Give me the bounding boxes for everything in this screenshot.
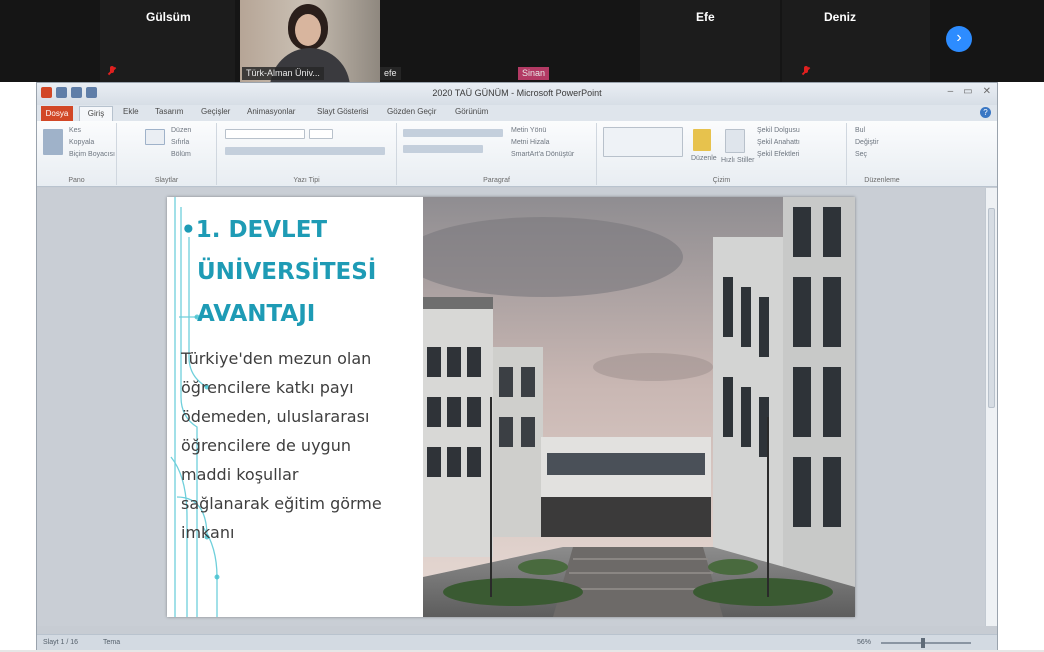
participant-tile-deniz[interactable]: Deniz	[782, 0, 930, 82]
zoom-slider[interactable]	[881, 638, 971, 648]
smartart-button[interactable]: SmartArt'a Dönüştür	[511, 151, 574, 158]
window-title: 2020 TAÜ GÜNÜM - Microsoft PowerPoint	[432, 88, 602, 98]
font-size-dropdown[interactable]	[309, 129, 333, 139]
section-button[interactable]: Bölüm	[171, 151, 191, 158]
copy-button[interactable]: Kopyala	[69, 139, 94, 146]
ribbon-home: Kes Kopyala Biçim Boyacısı Pano Düzen Sı…	[37, 121, 997, 187]
slide-body-text[interactable]: Türkiye'den mezun olan öğrencilere katkı…	[181, 344, 421, 547]
align-buttons[interactable]	[403, 145, 483, 153]
ribbon-group-drawing: Düzenle Hızlı Stiller Şekil Dolgusu Şeki…	[597, 123, 847, 185]
minimize-button[interactable]: –	[948, 86, 954, 97]
tab-slideshow[interactable]: Slayt Gösterisi	[317, 107, 369, 116]
person-face	[295, 14, 321, 46]
font-name-dropdown[interactable]	[225, 129, 305, 139]
arrange-button[interactable]: Düzenle	[691, 155, 717, 162]
tab-animations[interactable]: Animasyonlar	[247, 107, 295, 116]
text-direction-button[interactable]: Metin Yönü	[511, 127, 546, 134]
muted-mic-icon	[802, 66, 810, 76]
paste-icon[interactable]	[43, 129, 63, 155]
group-label: Düzenleme	[864, 177, 900, 184]
window-controls: – ▭ ✕	[948, 86, 991, 97]
slide-body-line: öğrencilere katkı payı	[181, 378, 354, 397]
slide-body-line: öğrencilere de uygun	[181, 436, 351, 455]
chevron-right-icon: ›	[956, 29, 962, 46]
shape-effects-button[interactable]: Şekil Efektleri	[757, 151, 799, 158]
slide-counter: Slayt 1 / 16	[43, 639, 79, 646]
tab-design[interactable]: Tasarım	[155, 107, 183, 116]
slide-body-line: sağlanarak eğitim görme	[181, 494, 382, 513]
slide-title[interactable]: •1. DEVLET ÜNİVERSİTESİ AVANTAJI	[181, 209, 421, 335]
arrange-icon[interactable]	[693, 129, 711, 151]
slide-canvas[interactable]: •1. DEVLET ÜNİVERSİTESİ AVANTAJI Türkiye…	[167, 197, 855, 617]
reset-button[interactable]: Sıfırla	[171, 139, 189, 146]
theme-name: Tema	[103, 639, 121, 646]
group-label: Pano	[68, 177, 85, 184]
slide-title-line: •1. DEVLET	[181, 217, 328, 243]
zoom-level[interactable]: 56%	[857, 639, 871, 646]
slide-body-line: maddi koşullar	[181, 465, 299, 484]
cut-button[interactable]: Kes	[69, 127, 81, 134]
ribbon-group-paragraph: Metin Yönü Metni Hizala SmartArt'a Dönüş…	[397, 123, 597, 185]
group-label: Yazı Tipi	[293, 177, 320, 184]
tab-review[interactable]: Gözden Geçir	[387, 107, 436, 116]
group-label: Çizim	[712, 177, 731, 184]
font-format-buttons[interactable]	[225, 147, 385, 155]
slide-body-line: imkanı	[181, 523, 235, 542]
ribbon-group-slides: Düzen Sıfırla Bölüm Slaytlar	[117, 123, 217, 185]
layout-button[interactable]: Düzen	[171, 127, 191, 134]
participant-tile-gulsum[interactable]: Gülsüm	[100, 0, 235, 82]
shapes-gallery[interactable]	[603, 127, 683, 157]
shape-outline-button[interactable]: Şekil Anahattı	[757, 139, 800, 146]
tab-transitions[interactable]: Geçişler	[201, 107, 230, 116]
tab-insert[interactable]: Ekle	[123, 107, 139, 116]
vertical-scrollbar[interactable]	[985, 188, 997, 626]
new-slide-icon[interactable]	[145, 129, 165, 145]
slide-title-line: AVANTAJI	[197, 301, 316, 327]
status-bar: Slayt 1 / 16 Tema 56%	[37, 634, 997, 651]
replace-button[interactable]: Değiştir	[855, 139, 879, 146]
shape-fill-button[interactable]: Şekil Dolgusu	[757, 127, 800, 134]
slide-body-line: ödemeden, uluslararası	[181, 407, 370, 426]
select-button[interactable]: Seç	[855, 151, 867, 158]
align-text-button[interactable]: Metni Hizala	[511, 139, 550, 146]
scrollbar-thumb[interactable]	[988, 208, 995, 408]
tab-view[interactable]: Görünüm	[455, 107, 488, 116]
slide-title-line: ÜNİVERSİTESİ	[197, 259, 377, 285]
video-tile-name: Türk-Alman Üniv...	[242, 67, 324, 80]
tab-file[interactable]: Dosya	[41, 106, 73, 121]
find-button[interactable]: Bul	[855, 127, 865, 134]
quick-styles-icon[interactable]	[725, 129, 745, 153]
ribbon-group-editing: Bul Değiştir Seç Düzenleme	[847, 123, 917, 185]
participant-tag-efe: efe	[380, 67, 401, 80]
close-button[interactable]: ✕	[983, 86, 991, 97]
maximize-button[interactable]: ▭	[963, 86, 972, 97]
powerpoint-window: 2020 TAÜ GÜNÜM - Microsoft PowerPoint – …	[36, 82, 998, 652]
list-buttons[interactable]	[403, 129, 503, 137]
slide-body-line: Türkiye'den mezun olan	[181, 349, 372, 368]
help-icon[interactable]: ?	[980, 107, 991, 118]
next-participants-button[interactable]: ›	[946, 26, 972, 52]
title-bar: 2020 TAÜ GÜNÜM - Microsoft PowerPoint – …	[37, 83, 997, 105]
participant-tag-sinan: Sinan	[518, 67, 550, 80]
quick-styles-button[interactable]: Hızlı Stiller	[721, 157, 754, 164]
ribbon-group-clipboard: Kes Kopyala Biçim Boyacısı Pano	[37, 123, 117, 185]
participant-video-tile[interactable]: Türk-Alman Üniv...	[240, 0, 380, 82]
participant-name: Deniz	[824, 10, 857, 24]
participant-name: Gülsüm	[146, 10, 191, 24]
ribbon-tabs: Dosya Giriş Ekle Tasarım Geçişler Animas…	[37, 105, 997, 121]
participant-tile-efe[interactable]: Efe	[640, 0, 780, 82]
campus-building-photo[interactable]	[423, 197, 855, 617]
group-label: Slaytlar	[154, 177, 179, 184]
ribbon-group-font: Yazı Tipi	[217, 123, 397, 185]
format-painter-button[interactable]: Biçim Boyacısı	[69, 151, 115, 158]
muted-mic-icon	[108, 66, 116, 76]
group-label: Paragraf	[483, 177, 510, 184]
participant-name: Efe	[696, 10, 715, 24]
meeting-participant-strip: Gülsüm Türk-Alman Üniv... efe Sinan Efe …	[0, 0, 1044, 82]
tab-home[interactable]: Giriş	[79, 106, 113, 121]
